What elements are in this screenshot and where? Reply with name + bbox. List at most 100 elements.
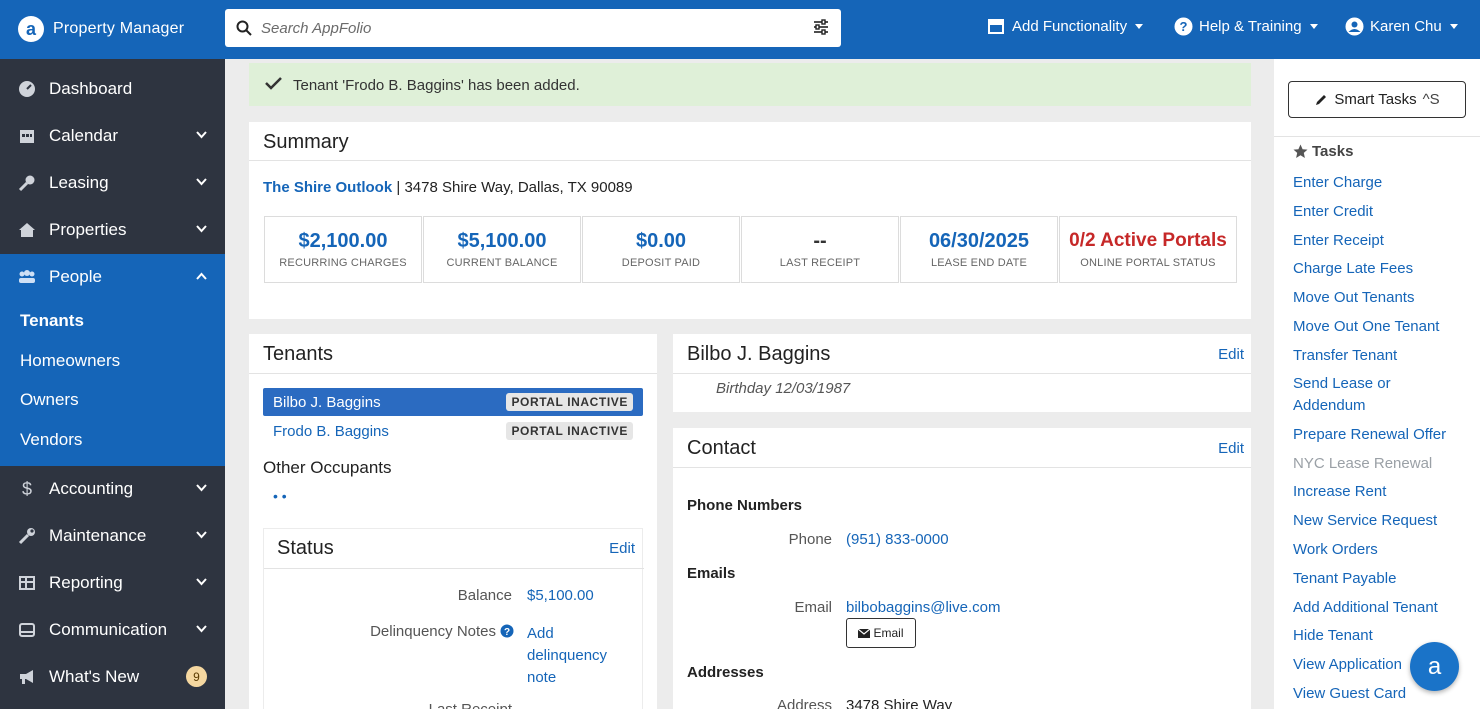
stat-value: -- [813, 230, 827, 252]
divider [264, 568, 644, 569]
assistant-chat-button[interactable]: a [1410, 642, 1459, 691]
separator: | [396, 179, 401, 196]
top-bar: a Property Manager Add Functionality ? H… [0, 0, 1480, 59]
store-icon [986, 16, 1006, 36]
sidebar-item-label: Reporting [49, 573, 123, 592]
sidebar-item-communication[interactable]: Communication [0, 607, 225, 653]
chevron-down-icon [196, 178, 207, 186]
tasks-title: Tasks [1312, 143, 1354, 160]
property-address: 3478 Shire Way, Dallas, TX 90089 [404, 179, 633, 196]
add-delinquency-note-link[interactable]: Add delinquency note [527, 623, 627, 689]
smart-tasks-label: Smart Tasks [1334, 91, 1417, 108]
sidebar-sub-tenants[interactable]: Tenants [20, 311, 84, 331]
stat-label: LEASE END DATE [930, 257, 1028, 269]
inbox-icon [17, 620, 37, 640]
birthday-text: Birthday 12/03/1987 [716, 380, 851, 397]
smart-tasks-shortcut: ^S [1422, 91, 1440, 108]
task-send-lease-addendum[interactable]: Send Lease or Addendum [1293, 373, 1423, 417]
chevron-up-icon [196, 272, 207, 280]
property-name-link[interactable]: The Shire Outlook [263, 179, 392, 196]
phone-value-link[interactable]: (951) 833-0000 [846, 531, 949, 548]
task-transfer-tenant[interactable]: Transfer Tenant [1293, 345, 1473, 367]
summary-title: Summary [263, 131, 349, 153]
app-name: Property Manager [53, 20, 185, 37]
svg-text:?: ? [504, 627, 510, 638]
add-functionality-label: Add Functionality [1012, 17, 1128, 35]
balance-label: Balance [457, 587, 512, 604]
add-functionality-menu[interactable]: Add Functionality [986, 16, 1144, 36]
status-edit-link[interactable]: Edit [609, 540, 635, 557]
task-move-out-one-tenant[interactable]: Move Out One Tenant [1293, 316, 1473, 338]
sidebar-item-label: Accounting [49, 479, 134, 498]
sidebar-sub-owners[interactable]: Owners [20, 390, 79, 410]
caret-down-icon [1309, 23, 1318, 29]
chevron-down-icon [196, 131, 207, 139]
task-enter-receipt[interactable]: Enter Receipt [1293, 230, 1473, 252]
portal-status-pill: PORTAL INACTIVE [506, 393, 633, 411]
sidebar-item-dashboard[interactable]: Dashboard [0, 66, 225, 112]
sidebar-item-label: Communication [49, 620, 168, 639]
search-input[interactable] [261, 19, 791, 37]
sidebar-item-leasing[interactable]: Leasing [0, 160, 225, 206]
megaphone-icon [17, 667, 37, 687]
tenant-row[interactable]: Frodo B. Baggins PORTAL INACTIVE [263, 417, 643, 445]
tenant-name: Frodo B. Baggins [273, 423, 389, 440]
smart-tasks-button[interactable]: Smart Tasks ^S [1288, 81, 1466, 118]
info-circle-icon[interactable]: ? [500, 624, 514, 638]
email-label: Email [794, 599, 832, 616]
task-enter-charge[interactable]: Enter Charge [1293, 172, 1473, 194]
stat-current-balance: $5,100.00 CURRENT BALANCE [423, 216, 581, 283]
stat-recurring-charges: $2,100.00 RECURRING CHARGES [264, 216, 422, 283]
task-increase-rent[interactable]: Increase Rent [1293, 481, 1473, 503]
user-menu[interactable]: Karen Chu [1344, 16, 1458, 36]
task-move-out-tenants[interactable]: Move Out Tenants [1293, 287, 1473, 309]
task-enter-credit[interactable]: Enter Credit [1293, 201, 1473, 223]
gauge-icon [17, 79, 37, 99]
task-add-additional-tenant[interactable]: Add Additional Tenant [1293, 597, 1473, 619]
task-hide-tenant[interactable]: Hide Tenant [1293, 625, 1473, 647]
filter-sliders-icon[interactable] [813, 19, 829, 35]
appfolio-assistant-icon: a [1427, 652, 1442, 680]
sidebar-item-people[interactable]: People [0, 254, 225, 300]
status-title: Status [277, 537, 334, 559]
stat-deposit-paid: $0.00 DEPOSIT PAID [582, 216, 740, 283]
task-prepare-renewal-offer[interactable]: Prepare Renewal Offer [1293, 424, 1473, 446]
email-button-label: Email [873, 626, 904, 640]
sidebar-item-maintenance[interactable]: Maintenance [0, 513, 225, 559]
task-nyc-lease-renewal: NYC Lease Renewal [1293, 455, 1433, 472]
task-work-orders[interactable]: Work Orders [1293, 539, 1473, 561]
stat-online-portal-status[interactable]: 0/2 Active Portals ONLINE PORTAL STATUS [1059, 216, 1237, 283]
people-group-icon [17, 267, 37, 287]
divider [673, 373, 1251, 374]
stat-value: $5,100.00 [457, 230, 547, 252]
phone-numbers-heading: Phone Numbers [687, 497, 803, 514]
search-icon [236, 20, 252, 36]
chevron-down-icon [196, 531, 207, 539]
dollar-icon: $ [21, 478, 32, 499]
balance-value-link[interactable]: $5,100.00 [527, 587, 594, 604]
other-occupants-title: Other Occupants [263, 458, 392, 477]
sidebar-sub-vendors[interactable]: Vendors [20, 430, 82, 450]
task-tenant-payable[interactable]: Tenant Payable [1293, 568, 1473, 590]
task-charge-late-fees[interactable]: Charge Late Fees [1293, 258, 1473, 280]
key-icon [17, 173, 37, 193]
email-button[interactable]: Email [846, 618, 916, 648]
divider [1274, 136, 1480, 137]
brand[interactable]: a Property Manager [18, 16, 184, 42]
email-value-link[interactable]: bilbobaggins@live.com [846, 599, 1000, 616]
sidebar-sub-homeowners[interactable]: Homeowners [20, 351, 120, 371]
sidebar-item-calendar[interactable]: Calendar [0, 113, 225, 159]
contact-edit-link[interactable]: Edit [1218, 440, 1244, 457]
tenant-row-selected[interactable]: Bilbo J. Baggins PORTAL INACTIVE [263, 388, 643, 416]
sidebar-item-reporting[interactable]: Reporting [0, 560, 225, 606]
sidebar-item-properties[interactable]: Properties [0, 207, 225, 253]
task-new-service-request[interactable]: New Service Request [1293, 510, 1473, 532]
help-training-menu[interactable]: ? Help & Training [1173, 16, 1318, 36]
tenant-detail-edit-link[interactable]: Edit [1218, 346, 1244, 363]
other-occupants-value: • • [273, 488, 287, 504]
chevron-down-icon [196, 625, 207, 633]
tenant-name: Bilbo J. Baggins [273, 394, 381, 411]
sidebar-item-accounting[interactable]: $ Accounting [0, 466, 225, 512]
appfolio-logo-icon: a [18, 16, 44, 42]
chevron-down-icon [196, 484, 207, 492]
